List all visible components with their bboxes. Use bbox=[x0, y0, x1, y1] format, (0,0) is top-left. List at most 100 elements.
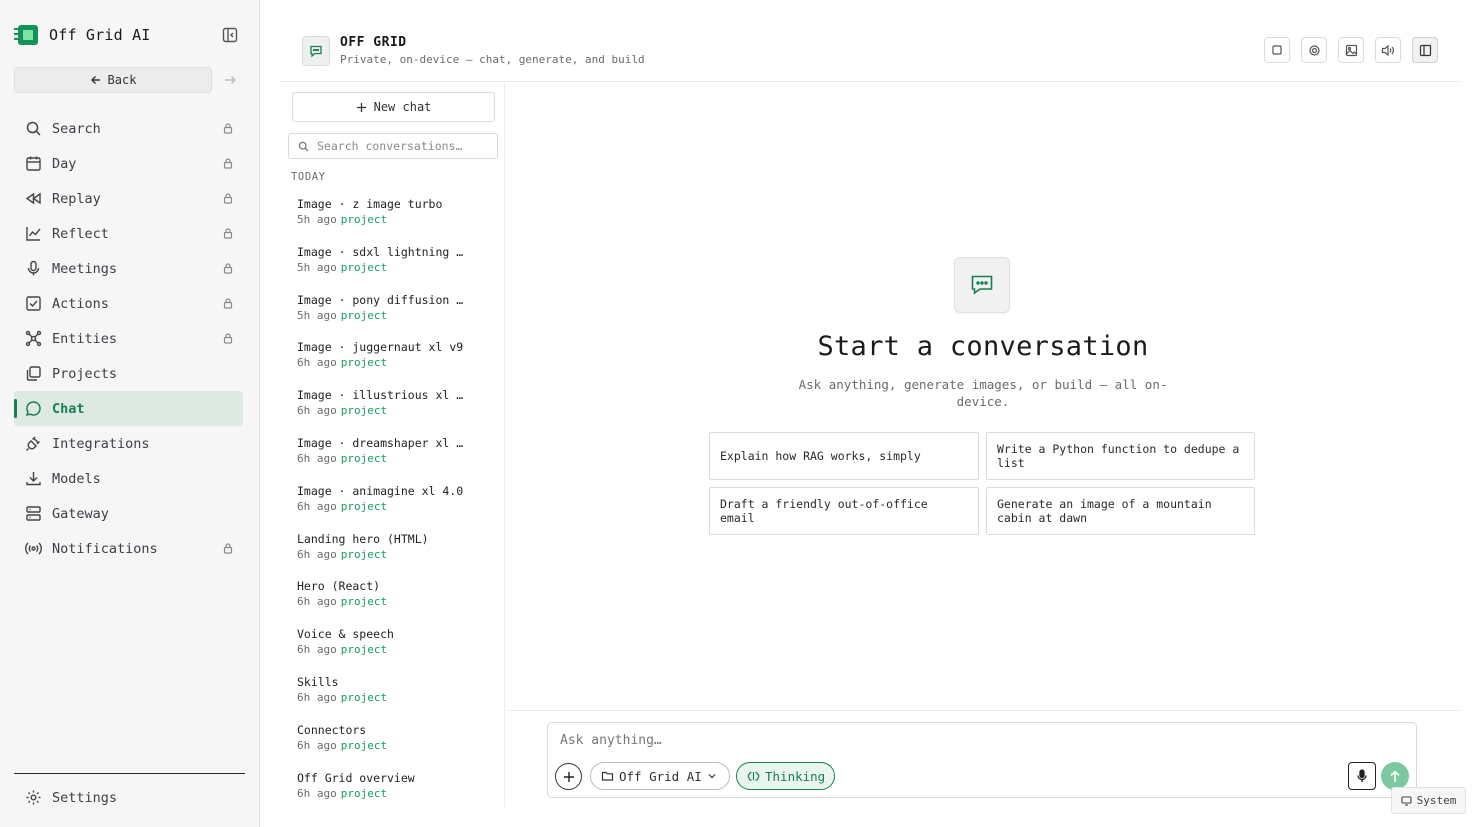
nav-item-replay[interactable]: Replay bbox=[14, 181, 243, 216]
conversation-title: Skills bbox=[297, 674, 339, 689]
calendar-icon bbox=[25, 155, 42, 172]
list-item[interactable]: Image · juggernaut xl v9 6h ago project bbox=[297, 339, 487, 387]
nav-item-label: Models bbox=[52, 470, 101, 487]
suggestion-card[interactable]: Explain how RAG works, simply bbox=[709, 432, 979, 480]
list-item[interactable]: Landing hero (HTML) 6h ago project bbox=[297, 531, 487, 579]
system-status-badge[interactable]: System bbox=[1391, 787, 1466, 814]
chip-icon[interactable] bbox=[1264, 37, 1290, 63]
voice-input-button[interactable] bbox=[1348, 762, 1376, 790]
nav-item-label: Search bbox=[52, 120, 101, 137]
nav-item-gateway[interactable]: Gateway bbox=[14, 496, 243, 531]
message-input[interactable]: Ask anything… bbox=[560, 733, 662, 748]
project-tag: project bbox=[340, 547, 388, 561]
folder-icon bbox=[601, 770, 614, 782]
conversation-time: 6h ago bbox=[297, 643, 337, 657]
chat-bubble-icon bbox=[302, 36, 330, 66]
lock-icon bbox=[223, 298, 233, 309]
app-title: Off Grid AI bbox=[49, 26, 151, 44]
back-button[interactable]: Back bbox=[14, 67, 212, 93]
list-item[interactable]: Image · pony diffusion v6 xl5h agoprojec… bbox=[297, 292, 487, 340]
list-item[interactable]: Hero (React) 6h ago project bbox=[297, 578, 487, 626]
nav-item-label: Replay bbox=[52, 190, 101, 207]
nav-item-search[interactable]: Search bbox=[14, 111, 243, 146]
conversation-list: Image · z image turbo 5h ago project Image… bbox=[297, 196, 487, 807]
thinking-label: Thinking bbox=[765, 768, 826, 784]
conversation-search-input[interactable]: Search conversations… bbox=[288, 133, 498, 159]
conversation-title: Hero (React) bbox=[297, 579, 381, 594]
list-item[interactable]: Image · animagine xl 4.0 6h ago project bbox=[297, 483, 487, 531]
list-item[interactable]: Image · sdxl lightning 4step5h agoprojec… bbox=[297, 244, 487, 292]
send-button[interactable] bbox=[1381, 762, 1409, 790]
app-logo-icon bbox=[14, 22, 42, 48]
nav-item-settings[interactable]: Settings bbox=[14, 780, 243, 815]
nav-item-notifications[interactable]: Notifications bbox=[14, 531, 243, 566]
left-sidebar: Off Grid AI Back Search Day Replay Refle… bbox=[0, 0, 260, 827]
composer-area: Ask anything… Off Grid AI Thinking bbox=[506, 710, 1460, 807]
list-item[interactable]: Image · z image turbo 5h ago project bbox=[297, 196, 487, 244]
conversation-title: Voice & speech bbox=[297, 627, 394, 642]
page-title: OFF GRID bbox=[340, 35, 407, 50]
thinking-toggle[interactable]: Thinking bbox=[736, 762, 835, 790]
empty-state-subtitle: Ask anything, generate images, or build … bbox=[798, 377, 1168, 409]
conversation-title: Image · illustrious xl v2.0 bbox=[297, 388, 469, 403]
brand[interactable]: Off Grid AI bbox=[14, 22, 151, 48]
arrow-left-icon bbox=[90, 74, 102, 86]
nav-item-label: Settings bbox=[52, 789, 118, 806]
project-tag: project bbox=[340, 356, 388, 370]
nav-item-models[interactable]: Models bbox=[14, 461, 243, 496]
brain-icon bbox=[747, 770, 760, 782]
project-tag: project bbox=[340, 738, 388, 752]
conversation-time: 6h ago bbox=[297, 738, 337, 752]
plug-icon bbox=[25, 435, 42, 452]
forward-button[interactable] bbox=[221, 71, 239, 89]
suggestion-card[interactable]: Draft a friendly out-of-office email bbox=[709, 487, 979, 535]
microphone-icon bbox=[25, 260, 42, 277]
panel-icon[interactable] bbox=[1412, 37, 1438, 63]
conversation-time: 6h ago bbox=[297, 547, 337, 561]
speaker-icon[interactable] bbox=[1375, 37, 1401, 63]
collapse-sidebar-icon[interactable] bbox=[221, 26, 239, 44]
nav-item-label: Projects bbox=[52, 365, 118, 382]
attach-button[interactable] bbox=[555, 763, 582, 790]
gear-icon[interactable] bbox=[1301, 37, 1327, 63]
conversation-time: 6h ago bbox=[297, 690, 337, 704]
list-item[interactable]: Image · illustrious xl v2.0 6h ago project bbox=[297, 387, 487, 435]
lock-icon bbox=[223, 263, 233, 274]
sidebar-divider bbox=[14, 773, 245, 774]
project-tag: project bbox=[340, 786, 388, 800]
project-tag: project bbox=[340, 690, 388, 704]
suggestion-card[interactable]: Write a Python function to dedupe a list bbox=[986, 432, 1255, 480]
project-tag: project bbox=[340, 643, 388, 657]
conversation-title: Image · animagine xl 4.0 bbox=[297, 483, 464, 498]
nav-item-entities[interactable]: Entities bbox=[14, 321, 243, 356]
new-chat-button[interactable]: New chat bbox=[292, 92, 495, 122]
page-header: OFF GRID Private, on-device — chat, gene… bbox=[280, 0, 1460, 82]
nav-item-projects[interactable]: Projects bbox=[14, 356, 243, 391]
nav-item-integrations[interactable]: Integrations bbox=[14, 426, 243, 461]
conversation-time: 6h ago bbox=[297, 786, 337, 800]
list-item[interactable]: Skills 6h ago project bbox=[297, 674, 487, 722]
nav-item-label: Day bbox=[52, 155, 77, 172]
system-label: System bbox=[1416, 794, 1457, 807]
list-item[interactable]: Connectors 6h ago project bbox=[297, 722, 487, 770]
page-subtitle: Private, on-device — chat, generate, and… bbox=[340, 53, 645, 66]
list-item[interactable]: Image · dreamshaper xl v2 turbo6h agopro… bbox=[297, 435, 487, 483]
plus-icon bbox=[563, 771, 575, 783]
list-item[interactable]: Voice & speech 6h ago project bbox=[297, 626, 487, 674]
nav-item-label: Chat bbox=[52, 400, 85, 417]
chart-line-icon bbox=[25, 225, 42, 242]
lock-icon bbox=[223, 123, 233, 134]
nav-item-meetings[interactable]: Meetings bbox=[14, 251, 243, 286]
nav-item-chat[interactable]: Chat bbox=[14, 391, 243, 426]
nav-item-reflect[interactable]: Reflect bbox=[14, 216, 243, 251]
nav-item-label: Notifications bbox=[52, 540, 158, 557]
project-selector[interactable]: Off Grid AI bbox=[590, 762, 730, 790]
list-item[interactable]: Off Grid overview 6h ago project bbox=[297, 770, 487, 807]
nav-item-day[interactable]: Day bbox=[14, 146, 243, 181]
back-label: Back bbox=[107, 73, 137, 87]
nav-item-actions[interactable]: Actions bbox=[14, 286, 243, 321]
suggestion-grid: Explain how RAG works, simply Write a Py… bbox=[709, 432, 1255, 535]
suggestion-card[interactable]: Generate an image of a mountain cabin at… bbox=[986, 487, 1255, 535]
nav-item-label: Gateway bbox=[52, 505, 109, 522]
image-icon[interactable] bbox=[1338, 37, 1364, 63]
